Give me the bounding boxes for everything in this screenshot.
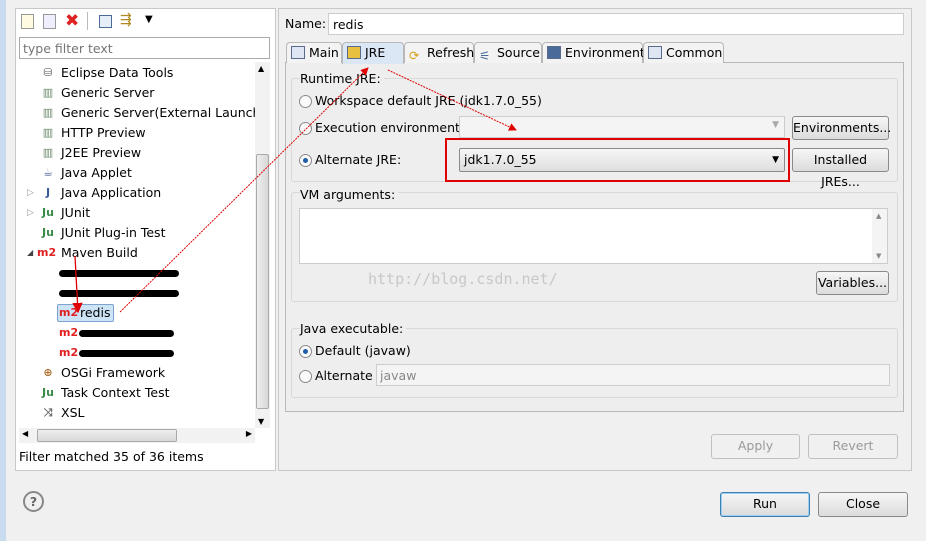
- arrow-to-jre-select: [387, 69, 517, 131]
- m2-icon: m2: [59, 306, 79, 319]
- arrow-to-jre-tab: [119, 67, 369, 313]
- annotation-arrows: [72, 67, 517, 314]
- arrow-to-redis: [72, 255, 83, 314]
